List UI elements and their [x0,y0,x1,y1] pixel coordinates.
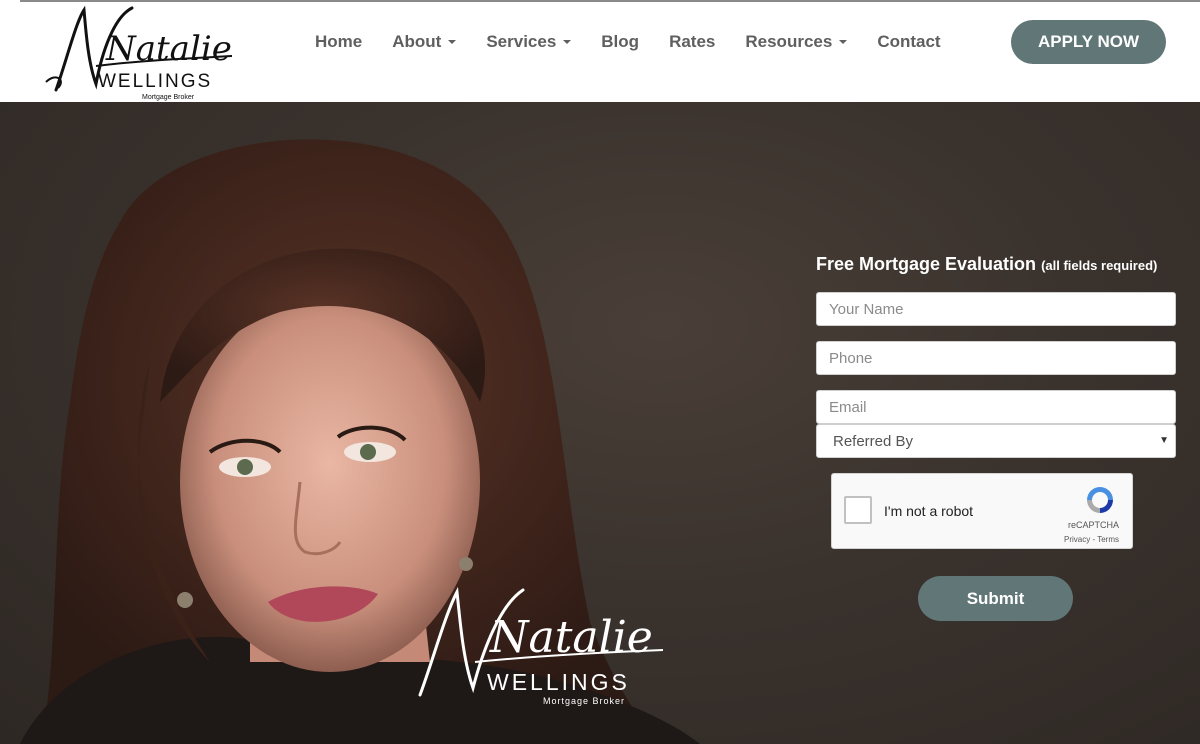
phone-input[interactable] [816,341,1176,375]
nav-resources-label: Resources [745,32,833,51]
recaptcha-widget: I'm not a robot reCAPTCHA Privacy - Term… [831,473,1133,549]
recaptcha-checkbox[interactable] [844,496,872,524]
email-input[interactable] [816,390,1176,424]
hero-brand-surname: WELLINGS [487,669,630,695]
nav-rates-label: Rates [669,32,716,51]
submit-button[interactable]: Submit [918,576,1073,621]
hero-brand-tagline: Mortgage Broker [543,696,625,706]
nav-contact[interactable]: Contact [862,32,955,52]
caret-down-icon [839,40,848,44]
brand-logo[interactable]: Natalie WELLINGS Mortgage Broker [36,2,236,102]
caret-down-icon [448,40,457,44]
nav-blog[interactable]: Blog [586,32,654,52]
dropdown-arrow-icon: ▼ [1159,435,1169,446]
referred-by-value: Referred By [833,432,914,450]
recaptcha-icon [1087,487,1113,513]
nav-services[interactable]: Services [471,32,586,52]
nav-about[interactable]: About [377,32,471,52]
referred-by-select[interactable]: Referred By ▼ [816,424,1176,458]
brand-surname: WELLINGS [98,71,212,92]
recaptcha-label: I'm not a robot [884,503,974,519]
name-input[interactable] [816,292,1176,326]
apply-now-button[interactable]: APPLY NOW [1011,20,1166,64]
recaptcha-terms-link[interactable]: Privacy - Terms [1064,535,1119,544]
site-header: Natalie WELLINGS Mortgage Broker Home Ab… [0,2,1200,102]
brand-tagline: Mortgage Broker [142,94,195,101]
nav-contact-label: Contact [877,32,941,51]
hero-brand-logo: Natalie WELLINGS Mortgage Broker [418,586,664,706]
nav-resources[interactable]: Resources [730,32,862,52]
form-title-text: Free Mortgage Evaluation [816,254,1037,274]
nav-home[interactable]: Home [300,32,377,52]
caret-down-icon [563,40,572,44]
form-title: Free Mortgage Evaluation (all fields req… [816,254,1176,276]
nav-home-label: Home [315,32,363,51]
nav-about-label: About [392,32,442,51]
form-required-note: (all fields required) [1041,258,1158,273]
nav-services-label: Services [486,32,557,51]
hero-section: Natalie WELLINGS Mortgage Broker Free Mo… [0,102,1200,744]
evaluation-form: Free Mortgage Evaluation (all fields req… [816,254,1176,621]
recaptcha-brand: reCAPTCHA [1067,520,1119,530]
main-nav: Home About Services Blog Rates Resources… [300,2,956,82]
nav-blog-label: Blog [601,32,640,51]
nav-rates[interactable]: Rates [654,32,730,52]
